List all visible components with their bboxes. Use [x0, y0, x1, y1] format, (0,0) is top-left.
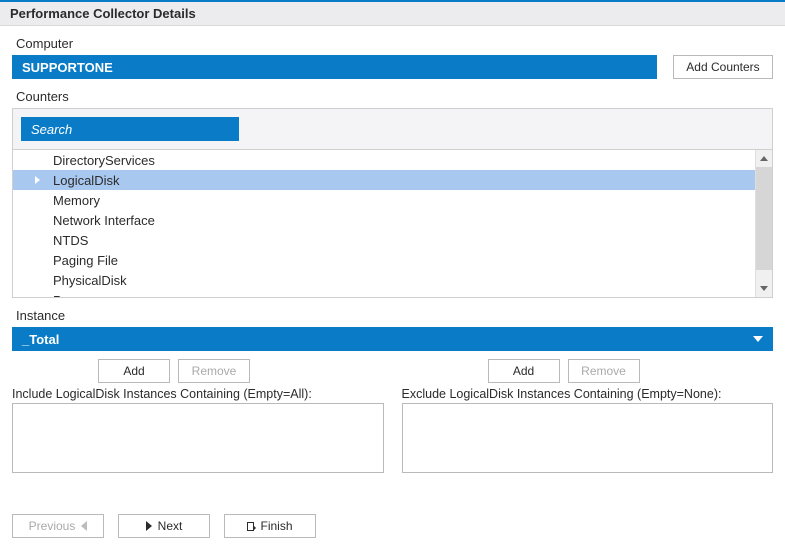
instance-label: Instance — [16, 308, 773, 323]
scroll-thumb[interactable] — [756, 167, 772, 270]
counter-item[interactable]: LogicalDisk — [13, 170, 755, 190]
counter-item[interactable]: Network Interface — [13, 210, 755, 230]
instance-value: _Total — [22, 332, 59, 347]
instance-select[interactable]: _Total — [12, 327, 773, 351]
include-add-button[interactable]: Add — [98, 359, 170, 383]
include-listbox[interactable] — [12, 403, 384, 473]
chevron-down-icon — [760, 286, 768, 291]
scroll-up-button[interactable] — [756, 150, 772, 167]
chevron-up-icon — [760, 156, 768, 161]
counter-item[interactable]: DirectoryServices — [13, 150, 755, 170]
finish-label: Finish — [260, 519, 292, 533]
search-input[interactable] — [21, 117, 239, 141]
counters-label: Counters — [16, 89, 773, 104]
counter-item[interactable]: NTDS — [13, 230, 755, 250]
finish-icon — [247, 522, 254, 531]
performance-collector-panel: Performance Collector Details Computer S… — [0, 0, 785, 548]
add-counters-button[interactable]: Add Counters — [673, 55, 773, 79]
panel-title: Performance Collector Details — [0, 2, 785, 26]
previous-label: Previous — [29, 519, 76, 533]
scroll-down-button[interactable] — [756, 280, 772, 297]
counter-item[interactable]: Process — [13, 290, 755, 297]
exclude-label: Exclude LogicalDisk Instances Containing… — [402, 387, 774, 401]
counter-item[interactable]: PhysicalDisk — [13, 270, 755, 290]
exclude-remove-button[interactable]: Remove — [568, 359, 640, 383]
computer-label: Computer — [16, 36, 773, 51]
triangle-left-icon — [81, 521, 87, 531]
counters-tree[interactable]: DirectoryServicesLogicalDiskMemoryNetwor… — [13, 150, 755, 297]
next-button[interactable]: Next — [118, 514, 210, 538]
next-label: Next — [158, 519, 183, 533]
include-label: Include LogicalDisk Instances Containing… — [12, 387, 384, 401]
counters-box: DirectoryServicesLogicalDiskMemoryNetwor… — [12, 108, 773, 298]
previous-button[interactable]: Previous — [12, 514, 104, 538]
counter-item[interactable]: Paging File — [13, 250, 755, 270]
exclude-listbox[interactable] — [402, 403, 774, 473]
exclude-add-button[interactable]: Add — [488, 359, 560, 383]
counter-item[interactable]: Memory — [13, 190, 755, 210]
include-remove-button[interactable]: Remove — [178, 359, 250, 383]
chevron-down-icon — [753, 336, 763, 342]
scrollbar[interactable] — [755, 150, 772, 297]
triangle-right-icon — [146, 521, 152, 531]
computer-value: SUPPORTONE — [12, 55, 657, 79]
finish-button[interactable]: Finish — [224, 514, 316, 538]
